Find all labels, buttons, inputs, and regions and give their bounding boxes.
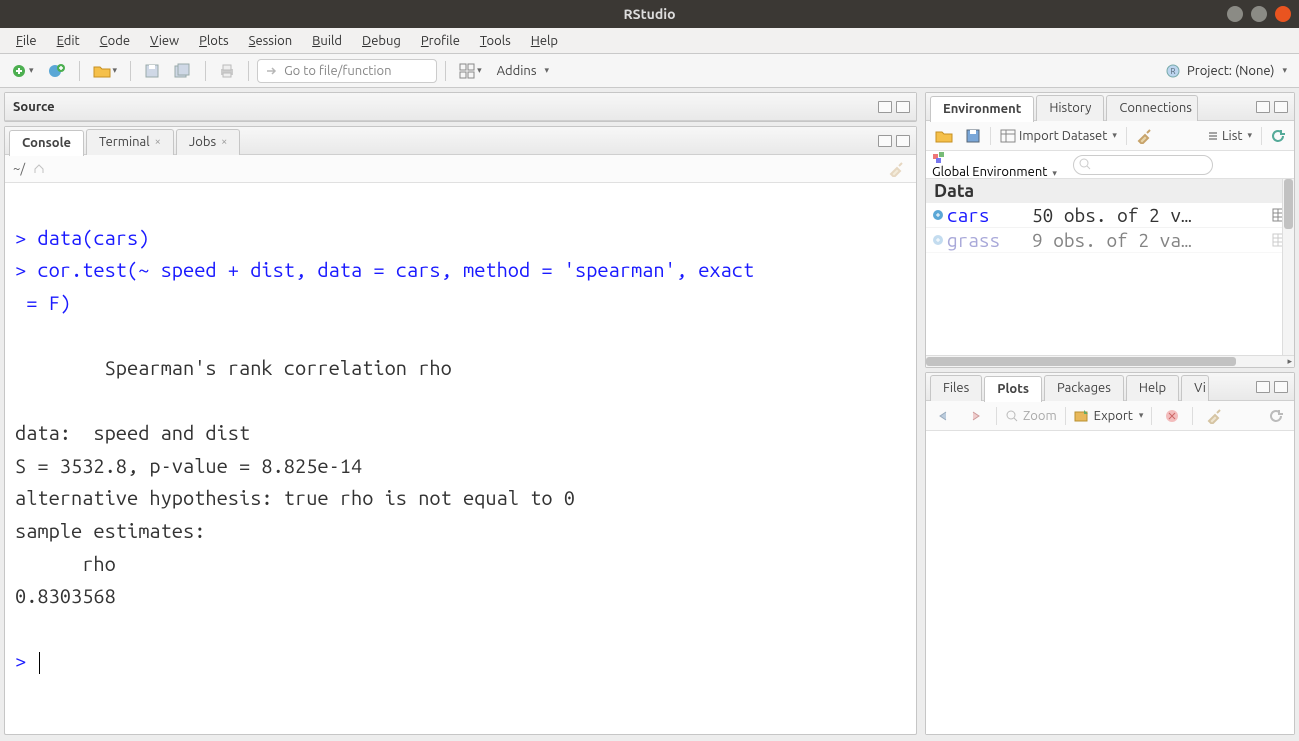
env-section-header: Data [926, 179, 1294, 203]
tab-environment[interactable]: Environment [930, 96, 1034, 122]
menu-build[interactable]: Build [302, 31, 352, 51]
console-output[interactable]: > data(cars) > cor.test(~ speed + dist, … [5, 183, 916, 734]
svg-text:R: R [1171, 67, 1176, 76]
env-view-dropdown[interactable]: List ▾ [1204, 127, 1255, 145]
env-refresh-button[interactable] [1268, 127, 1288, 145]
window-titlebar: RStudio [0, 0, 1299, 28]
env-open-button[interactable] [932, 126, 956, 146]
addins-dropdown[interactable]: Addins ▾ [491, 64, 555, 78]
window-title: RStudio [623, 6, 675, 22]
pane-maximize-button[interactable] [896, 101, 910, 113]
import-dataset-dropdown[interactable]: Import Dataset ▾ [997, 127, 1120, 145]
tab-console[interactable]: Console [9, 130, 84, 156]
pane-minimize-button[interactable] [1256, 381, 1270, 393]
grid-button[interactable]: ▾ [454, 59, 487, 83]
pane-minimize-button[interactable] [878, 135, 892, 147]
share-icon[interactable] [33, 163, 45, 175]
plot-canvas [926, 431, 1294, 734]
plot-prev-button[interactable] [932, 404, 956, 428]
env-horizontal-scrollbar[interactable]: ▸ [926, 355, 1294, 367]
menu-help[interactable]: Help [521, 31, 568, 51]
menu-plots[interactable]: Plots [189, 31, 239, 51]
pane-maximize-button[interactable] [1274, 381, 1288, 393]
project-icon: R [1165, 63, 1181, 79]
env-vertical-scrollbar[interactable] [1282, 179, 1294, 355]
goto-file-function-input[interactable]: Go to file/function [257, 59, 437, 83]
menu-code[interactable]: Code [90, 31, 140, 51]
new-file-button[interactable]: ▾ [6, 59, 39, 83]
menu-debug[interactable]: Debug [352, 31, 411, 51]
environment-list: Data cars 50 obs. of 2 v… grass [926, 179, 1294, 355]
tab-help[interactable]: Help [1126, 375, 1179, 401]
close-icon[interactable]: × [221, 136, 227, 148]
data-icon [932, 234, 944, 246]
menu-edit[interactable]: Edit [47, 31, 90, 51]
main-toolbar: ▾ ▾ Go to file/function ▾ [0, 54, 1299, 88]
plot-next-button[interactable] [964, 404, 988, 428]
tab-connections[interactable]: Connections [1106, 95, 1198, 121]
tab-viewer[interactable]: Vi [1181, 375, 1209, 401]
menubar: File Edit Code View Plots Session Build … [0, 28, 1299, 54]
console-pane: Console Terminal× Jobs× ~/ > data(cars [4, 126, 917, 735]
window-minimize-button[interactable] [1227, 6, 1243, 22]
pane-restore-button[interactable] [878, 101, 892, 113]
tab-history[interactable]: History [1036, 95, 1104, 121]
source-pane-title: Source [13, 100, 55, 114]
cursor [39, 652, 40, 674]
pane-minimize-button[interactable] [1256, 101, 1270, 113]
open-file-button[interactable]: ▾ [88, 59, 123, 83]
toolbar-separator [445, 61, 446, 81]
menu-view[interactable]: View [140, 31, 189, 51]
source-pane: Source [4, 92, 917, 122]
tab-packages[interactable]: Packages [1044, 375, 1124, 401]
plots-pane: Files Plots Packages Help Vi [925, 372, 1295, 735]
env-clear-button[interactable] [1133, 126, 1159, 146]
toolbar-separator [248, 61, 249, 81]
pane-maximize-button[interactable] [896, 135, 910, 147]
print-button[interactable] [214, 59, 240, 83]
window-close-button[interactable] [1275, 6, 1291, 22]
toolbar-separator [79, 61, 80, 81]
tab-plots[interactable]: Plots [984, 376, 1042, 402]
menu-session[interactable]: Session [239, 31, 302, 51]
env-search-input[interactable] [1073, 155, 1213, 175]
env-row-grass[interactable]: grass 9 obs. of 2 va… [926, 228, 1294, 253]
project-dropdown[interactable]: R Project: (None) ▾ [1159, 63, 1293, 79]
tab-jobs[interactable]: Jobs× [176, 129, 240, 155]
project-label: Project: (None) [1187, 64, 1274, 78]
addins-label: Addins [497, 64, 537, 78]
env-scope-dropdown[interactable]: Global Environment ▾ [932, 151, 1057, 179]
tab-terminal[interactable]: Terminal× [86, 129, 174, 155]
console-working-dir: ~/ [13, 162, 25, 176]
toolbar-separator [130, 61, 131, 81]
goto-placeholder: Go to file/function [284, 64, 391, 78]
close-icon[interactable]: × [155, 136, 161, 148]
env-row-cars[interactable]: cars 50 obs. of 2 v… [926, 203, 1294, 228]
search-icon [1079, 158, 1091, 170]
environment-pane: Environment History Connections [925, 92, 1295, 368]
plot-export-dropdown[interactable]: Export ▾ [1074, 409, 1144, 423]
data-icon [932, 209, 944, 221]
plot-refresh-button[interactable] [1264, 404, 1288, 428]
toolbar-separator [205, 61, 206, 81]
new-project-button[interactable] [43, 59, 71, 83]
tab-files[interactable]: Files [930, 375, 982, 401]
env-save-button[interactable] [962, 126, 984, 146]
save-all-button[interactable] [169, 59, 197, 83]
goto-arrow-icon [266, 65, 278, 77]
plot-remove-button[interactable] [1160, 404, 1184, 428]
plot-clear-all-button[interactable] [1201, 404, 1231, 428]
plot-zoom-button[interactable]: Zoom [1005, 409, 1057, 423]
broom-icon[interactable] [888, 161, 908, 177]
window-maximize-button[interactable] [1251, 6, 1267, 22]
menu-profile[interactable]: Profile [411, 31, 470, 51]
pane-maximize-button[interactable] [1274, 101, 1288, 113]
menu-tools[interactable]: Tools [470, 31, 521, 51]
save-button[interactable] [139, 59, 165, 83]
menu-file[interactable]: File [6, 31, 47, 51]
